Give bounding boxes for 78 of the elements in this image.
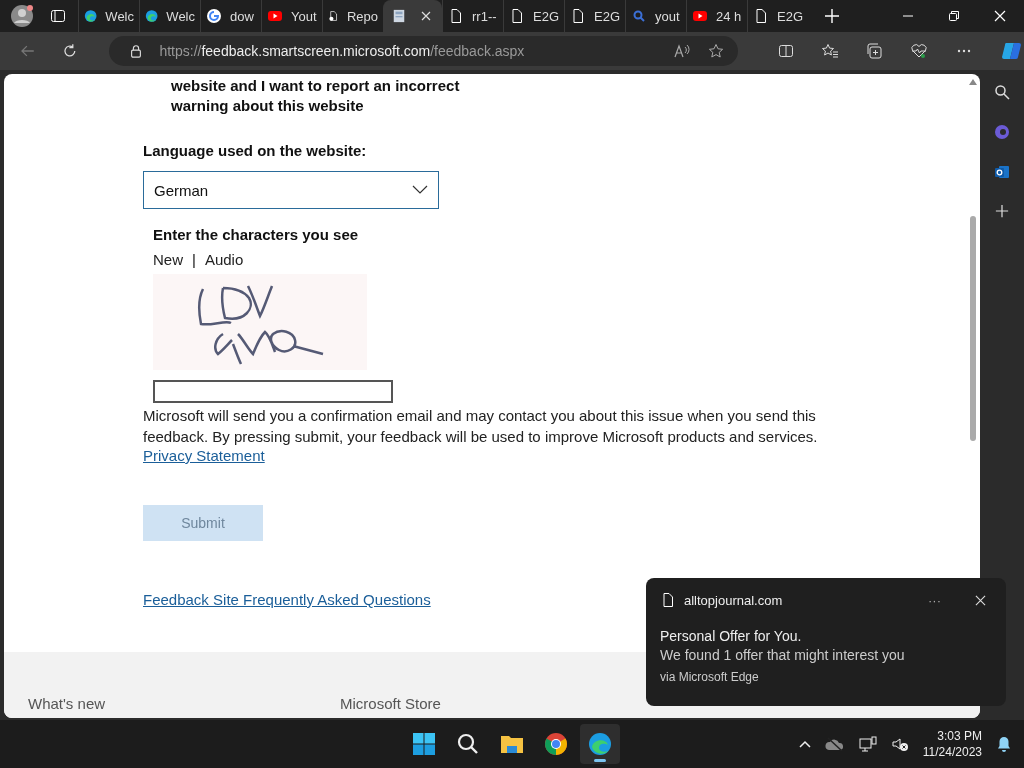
heart-pulse-icon[interactable] xyxy=(910,43,928,59)
taskbar-app[interactable] xyxy=(580,724,620,764)
tab-title: Welc xyxy=(166,8,195,24)
notification-attribution: via Microsoft Edge xyxy=(660,670,760,684)
collections-icon[interactable] xyxy=(866,43,882,59)
back-arrow-icon[interactable] xyxy=(20,43,36,59)
option-text: website and I want to report an incorrect warning about this website xyxy=(171,76,461,116)
tab-title: Repo xyxy=(346,8,378,24)
notification-source: alltopjournal.com xyxy=(684,592,783,608)
captcha-link[interactable]: New xyxy=(153,251,183,268)
mail-logo-icon[interactable] xyxy=(994,164,1010,180)
browser-tab[interactable] xyxy=(383,0,442,32)
play-logo-icon xyxy=(267,8,283,24)
tab-title: E2G xyxy=(594,8,620,24)
captcha-link[interactable]: Audio xyxy=(204,251,244,268)
add-icon[interactable] xyxy=(995,204,1009,218)
tab-actions-icon[interactable] xyxy=(50,8,66,24)
restore-icon[interactable] xyxy=(948,10,960,22)
edge-logo-icon xyxy=(145,8,159,24)
edge-logo-icon xyxy=(588,732,612,756)
lock-icon xyxy=(129,44,144,58)
footer-heading: What's new xyxy=(28,695,107,712)
clock-date: 11/24/2023 xyxy=(922,744,982,760)
document-icon xyxy=(570,8,586,24)
read-aloud-icon[interactable] xyxy=(674,43,692,59)
tab-title: rr1-- xyxy=(472,8,497,24)
notice-text: Microsoft will send you a confirmation email and may contact you about this issue when you send this feedback. By pressing submit, your feedback will be used to improve Microsoft products and services. xyxy=(143,406,819,447)
tab-title: yout xyxy=(655,8,680,24)
magnifier-icon xyxy=(631,8,647,24)
windows-logo-icon xyxy=(412,732,436,756)
google-logo-icon xyxy=(206,8,222,24)
chevron-up-icon[interactable] xyxy=(798,740,811,748)
cloud-off-icon[interactable] xyxy=(824,737,845,751)
document-error-icon xyxy=(328,8,339,24)
tab-title: dow xyxy=(230,8,254,24)
star-icon[interactable] xyxy=(708,43,724,59)
network-icon[interactable] xyxy=(858,736,877,752)
clock[interactable]: 3:03 PM 11/24/2023 xyxy=(922,728,982,760)
edge-logo-icon xyxy=(84,8,98,24)
page-thumbnail-icon xyxy=(392,8,406,24)
faq-link[interactable]: Feedback Site Frequently Asked Questions xyxy=(143,591,431,608)
chrome-logo-icon xyxy=(544,732,568,756)
document-icon xyxy=(448,8,464,24)
split-screen-icon[interactable] xyxy=(778,43,794,59)
notification-title: Personal Offer for You. xyxy=(660,628,803,644)
chevron-down-icon xyxy=(412,185,428,195)
new-tab-icon[interactable] xyxy=(824,8,840,24)
search-icon xyxy=(456,732,480,756)
clock-time: 3:03 PM xyxy=(937,728,982,744)
scroll-up-icon[interactable] xyxy=(968,78,978,86)
url-text: https://feedback.smartscreen.microsoft.com/feedback.aspx xyxy=(159,43,525,59)
footer-heading: Microsoft Store xyxy=(340,695,442,712)
bell-icon[interactable] xyxy=(996,736,1012,752)
language-dropdown[interactable]: German xyxy=(143,171,439,209)
search-icon[interactable] xyxy=(994,84,1010,100)
document-icon xyxy=(509,8,525,24)
favorites-icon[interactable] xyxy=(822,43,838,59)
tab-title: E2G xyxy=(777,8,803,24)
play-logo-icon xyxy=(692,8,708,24)
address-bar[interactable]: https://feedback.smartscreen.microsoft.com/feedback.aspx xyxy=(109,36,738,66)
tab-title: 24 h xyxy=(716,8,742,24)
notification-message: We found 1 offer that might interest you xyxy=(660,647,906,663)
captcha-heading: Enter the characters you see xyxy=(153,226,360,243)
document-icon xyxy=(753,8,769,24)
profile-avatar-icon[interactable] xyxy=(10,4,34,28)
captcha-input-field[interactable] xyxy=(153,380,393,403)
tab-title: Welc xyxy=(105,8,134,24)
more-options-button[interactable]: ··· xyxy=(928,592,941,608)
document-icon xyxy=(660,592,676,608)
close-icon[interactable] xyxy=(420,10,432,22)
close-icon[interactable] xyxy=(975,594,986,606)
refresh-icon[interactable] xyxy=(61,43,78,59)
tab-title: E2G xyxy=(533,8,559,24)
separator-text: | xyxy=(192,251,196,268)
tab-title: Yout xyxy=(291,8,317,24)
field-label: Language used on the website: xyxy=(143,142,368,159)
privacy-link[interactable]: Privacy Statement xyxy=(143,447,265,464)
speaker-muted-icon[interactable] xyxy=(890,736,909,752)
